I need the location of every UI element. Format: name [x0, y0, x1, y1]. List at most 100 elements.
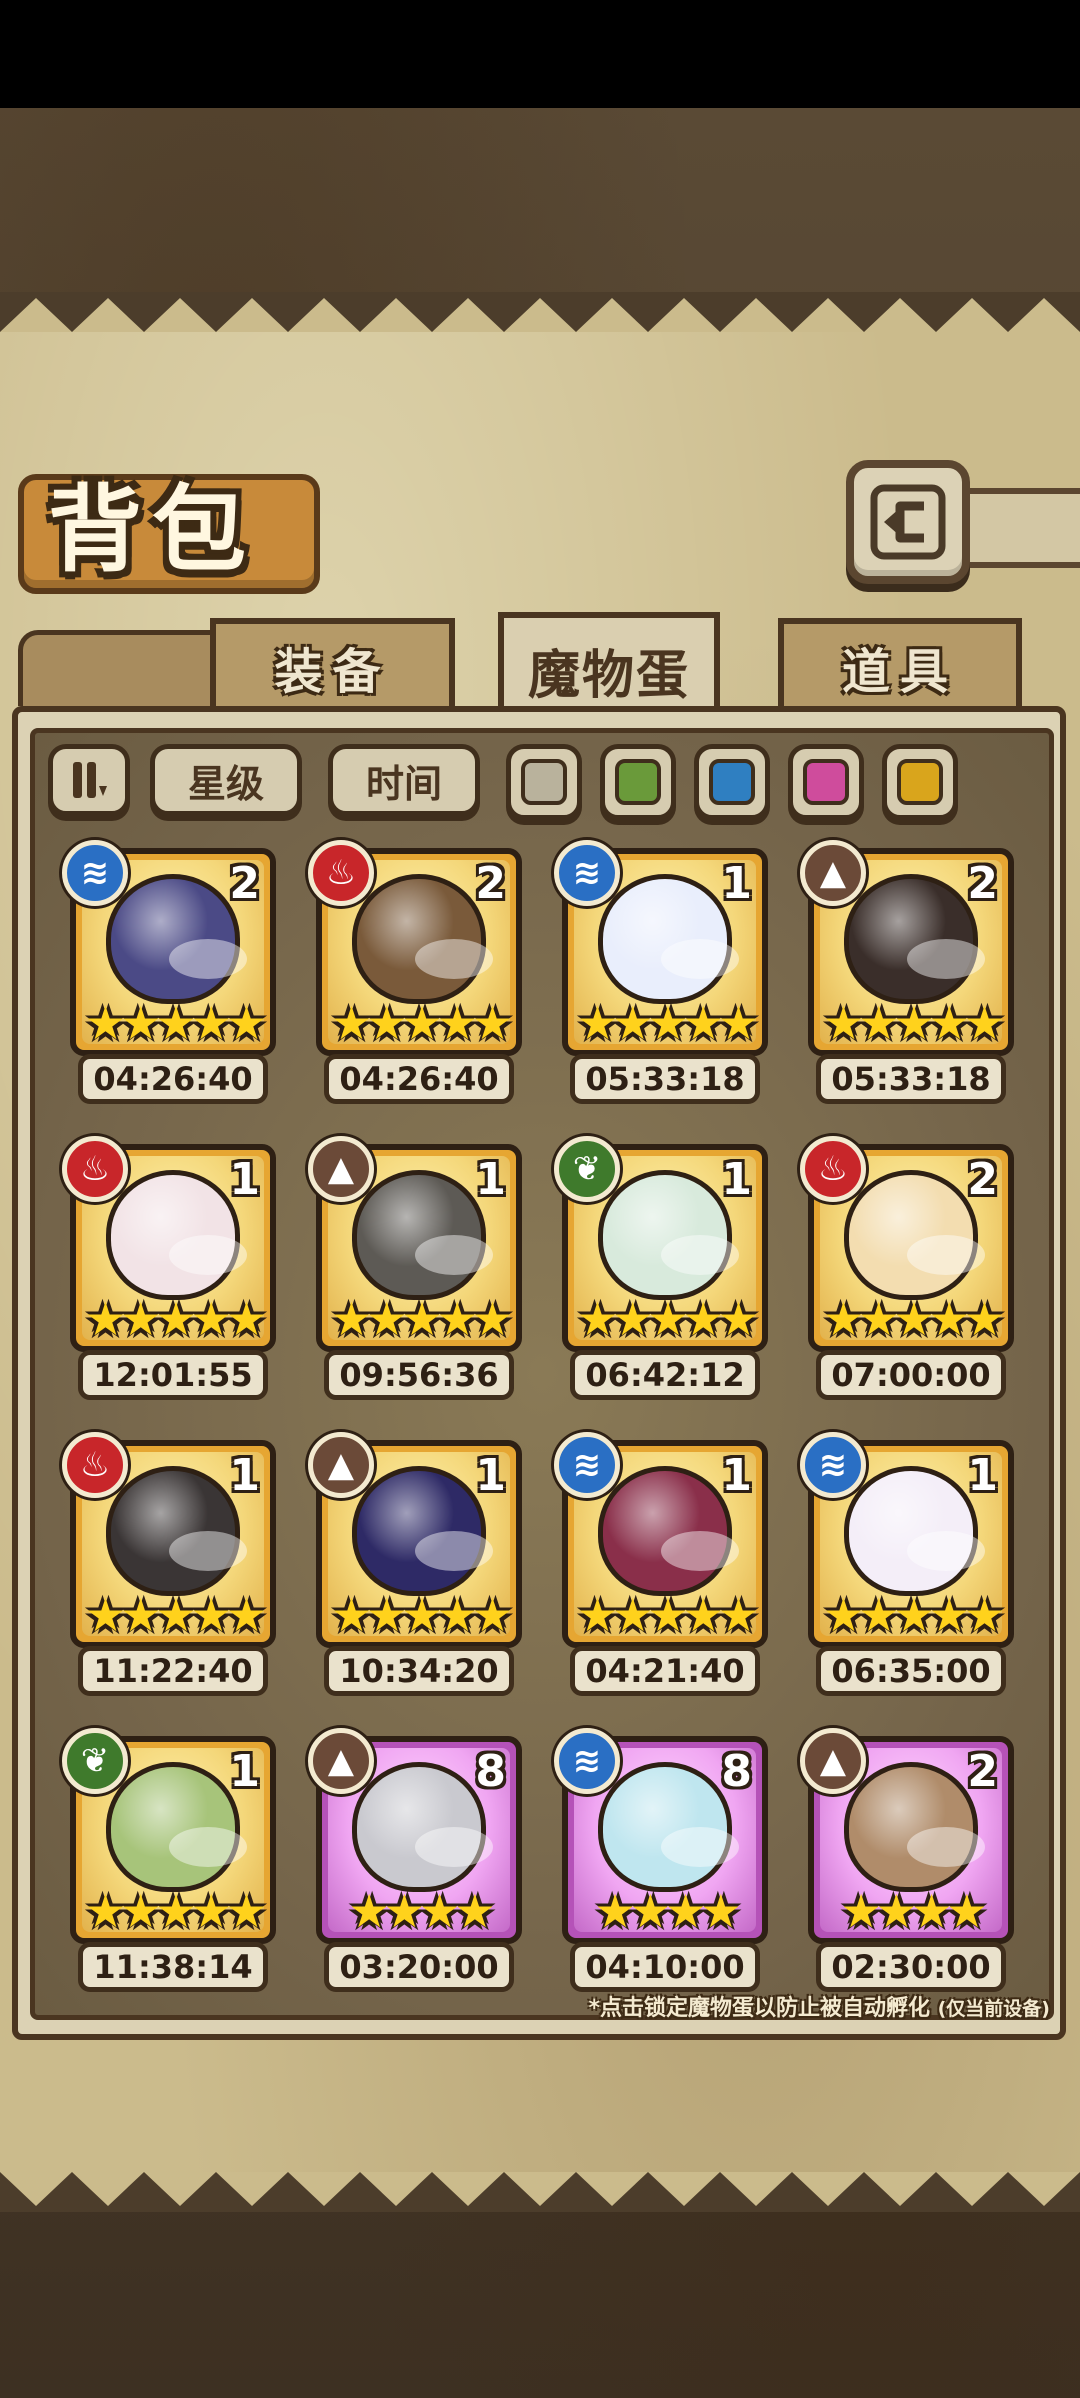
egg-count: 1 [475, 1154, 506, 1205]
color-swatch-pink [803, 759, 849, 805]
status-bar [0, 0, 1080, 108]
monster-egg-image [844, 1762, 985, 1892]
egg-card[interactable]: ♨ 2 ★★★★★ [308, 840, 522, 1056]
filter-pink-button[interactable] [788, 744, 864, 820]
fire-icon: ♨ [800, 1136, 866, 1202]
hatch-timer: 06:35:00 [816, 1646, 1006, 1696]
leaf-icon: ❦ [62, 1728, 128, 1794]
egg-card[interactable]: ▲ 1 ★★★★★ [308, 1432, 522, 1648]
tab-items[interactable]: 道具 [778, 618, 1022, 710]
lock-hint: *点击锁定魔物蛋以防止被自动孵化 (仅当前设备) [490, 1990, 1050, 2022]
egg-shine [907, 1827, 985, 1867]
monster-egg-image [598, 1762, 739, 1892]
star-rating: ★★★★★ [822, 996, 1005, 1050]
star-rating: ★★★★ [594, 1884, 742, 1938]
fire-icon: ♨ [308, 840, 374, 906]
egg-shine [169, 1235, 247, 1275]
monster-egg-image [844, 1170, 985, 1300]
tab-strip-decor [18, 630, 218, 706]
tab-equipment[interactable]: 装备 [210, 618, 455, 710]
egg-count: 1 [229, 1746, 260, 1797]
star-rating: ★★★★★ [330, 996, 513, 1050]
egg-card[interactable]: ≋ 1 ★★★★★ [554, 1432, 768, 1648]
water-wave-icon: ≋ [800, 1432, 866, 1498]
color-swatch-green [615, 759, 661, 805]
star-rating: ★★★★★ [84, 1588, 267, 1642]
fire-icon: ♨ [62, 1432, 128, 1498]
egg-card[interactable]: ❦ 1 ★★★★★ [554, 1136, 768, 1352]
star-rating: ★★★★ [840, 1884, 988, 1938]
egg-shine [661, 1827, 739, 1867]
egg-card[interactable]: ♨ 1 ★★★★★ [62, 1432, 276, 1648]
monster-egg-image [352, 1170, 493, 1300]
hatch-timer: 12:01:55 [78, 1350, 268, 1400]
egg-count: 1 [967, 1450, 998, 1501]
egg-count: 2 [967, 858, 998, 909]
pause-sort-icon [73, 762, 107, 798]
hatch-timer: 11:38:14 [78, 1942, 268, 1992]
egg-shine [661, 1531, 739, 1571]
egg-count: 1 [721, 858, 752, 909]
egg-count: 1 [721, 1450, 752, 1501]
back-button[interactable] [846, 460, 970, 584]
parchment-torn-edge-top [0, 292, 1080, 332]
sort-toggle-button[interactable] [48, 744, 130, 816]
egg-card[interactable]: ▲ 2 ★★★★ [800, 1728, 1014, 1944]
filter-yellow-button[interactable] [882, 744, 958, 820]
filter-green-button[interactable] [600, 744, 676, 820]
egg-card[interactable]: ▲ 8 ★★★★ [308, 1728, 522, 1944]
egg-shine [907, 939, 985, 979]
color-swatch-blue [709, 759, 755, 805]
egg-card[interactable]: ♨ 1 ★★★★★ [62, 1136, 276, 1352]
star-rating: ★★★★★ [330, 1588, 513, 1642]
mountain-icon: ▲ [308, 1136, 374, 1202]
star-rating: ★★★★★ [576, 1292, 759, 1346]
egg-count: 8 [475, 1746, 506, 1797]
egg-shine [169, 1531, 247, 1571]
tab-label: 魔物蛋 [527, 645, 690, 706]
hatch-timer: 06:42:12 [570, 1350, 760, 1400]
star-rating: ★★★★★ [822, 1588, 1005, 1642]
hatch-timer: 11:22:40 [78, 1646, 268, 1696]
mountain-icon: ▲ [800, 840, 866, 906]
star-rating: ★★★★★ [84, 1292, 267, 1346]
egg-card[interactable]: ♨ 2 ★★★★★ [800, 1136, 1014, 1352]
filter-gray-button[interactable] [506, 744, 582, 820]
sort-by-time-button[interactable]: 时间 [328, 744, 480, 816]
sort-by-time-label: 时间 [365, 761, 442, 806]
hatch-timer: 04:26:40 [78, 1054, 268, 1104]
egg-card[interactable]: ≋ 1 ★★★★★ [554, 840, 768, 1056]
egg-count: 1 [475, 1450, 506, 1501]
leaf-icon: ❦ [554, 1136, 620, 1202]
water-wave-icon: ≋ [62, 840, 128, 906]
egg-card[interactable]: ▲ 1 ★★★★★ [308, 1136, 522, 1352]
water-wave-icon: ≋ [554, 1432, 620, 1498]
water-wave-icon: ≋ [554, 1728, 620, 1794]
hatch-timer: 09:56:36 [324, 1350, 514, 1400]
egg-card[interactable]: ≋ 1 ★★★★★ [800, 1432, 1014, 1648]
star-rating: ★★★★★ [330, 1292, 513, 1346]
page-title: 背包 [48, 476, 257, 585]
egg-card[interactable]: ▲ 2 ★★★★★ [800, 840, 1014, 1056]
lock-hint-note: (仅当前设备) [937, 1998, 1050, 2020]
egg-count: 2 [967, 1154, 998, 1205]
water-wave-icon: ≋ [554, 840, 620, 906]
monster-egg-image [598, 874, 739, 1004]
monster-egg-image [844, 874, 985, 1004]
mountain-icon: ▲ [308, 1432, 374, 1498]
filter-blue-button[interactable] [694, 744, 770, 820]
egg-card[interactable]: ≋ 8 ★★★★ [554, 1728, 768, 1944]
egg-count: 1 [229, 1450, 260, 1501]
egg-card[interactable]: ≋ 2 ★★★★★ [62, 840, 276, 1056]
return-arrow-icon [870, 484, 946, 560]
hatch-timer: 05:33:18 [570, 1054, 760, 1104]
monster-egg-image [352, 874, 493, 1004]
color-swatch-yellow [897, 759, 943, 805]
sort-by-star-button[interactable]: 星级 [150, 744, 302, 816]
tab-label: 装备 [274, 644, 391, 700]
hatch-timer: 04:21:40 [570, 1646, 760, 1696]
egg-card[interactable]: ❦ 1 ★★★★★ [62, 1728, 276, 1944]
hatch-timer: 02:30:00 [816, 1942, 1006, 1992]
parchment-torn-edge-bottom [0, 2172, 1080, 2212]
hatch-timer: 04:10:00 [570, 1942, 760, 1992]
